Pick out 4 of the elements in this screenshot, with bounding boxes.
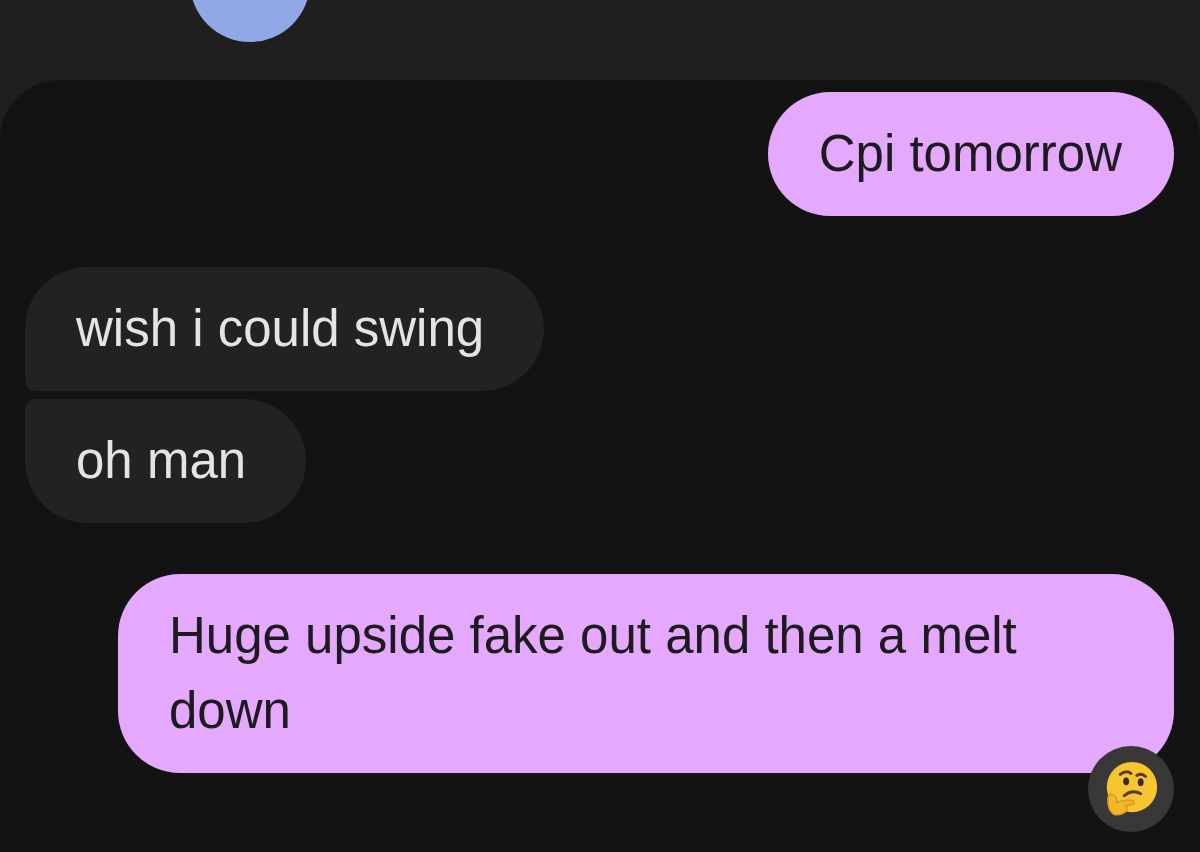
message-bubble: Cpi tomorrow — [767, 92, 1174, 216]
message-bubble: oh man — [25, 399, 307, 523]
message-bubble: wish i could swing — [25, 267, 545, 391]
message-bubble: Huge upside fake out and then a melt down — [118, 574, 1174, 773]
